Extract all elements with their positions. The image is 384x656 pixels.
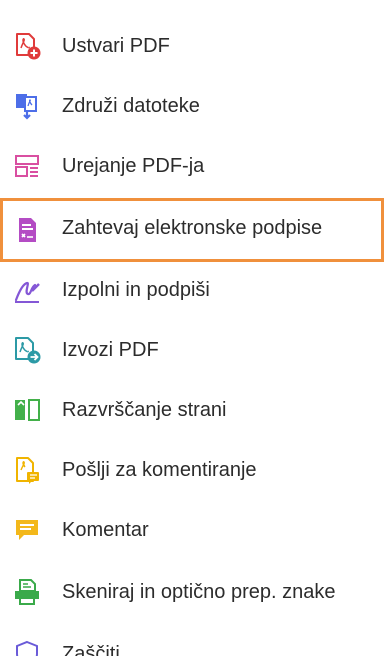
tool-organize-pages[interactable]: Razvrščanje strani bbox=[0, 380, 384, 440]
tool-send-for-comments[interactable]: Pošlji za komentiranje bbox=[0, 440, 384, 500]
comment-icon bbox=[12, 515, 42, 545]
tool-comment[interactable]: Komentar bbox=[0, 500, 384, 560]
tool-scan-ocr[interactable]: Skeniraj in optično prep. znake bbox=[0, 562, 384, 622]
tool-label: Urejanje PDF-ja bbox=[62, 155, 205, 177]
scan-ocr-icon bbox=[12, 577, 42, 607]
create-pdf-icon bbox=[12, 31, 42, 61]
tool-label: Pošlji za komentiranje bbox=[62, 459, 257, 481]
tool-label: Izvozi PDF bbox=[62, 339, 159, 361]
edit-pdf-icon bbox=[12, 151, 42, 181]
tool-label: Zaščiti bbox=[62, 643, 120, 656]
tool-label: Razvrščanje strani bbox=[62, 399, 227, 421]
tool-label: Ustvari PDF bbox=[62, 35, 170, 57]
organize-pages-icon bbox=[12, 395, 42, 425]
tools-list: Ustvari PDF Združi datoteke Urejanje PDF… bbox=[0, 0, 384, 656]
protect-icon bbox=[12, 639, 42, 656]
tool-request-signatures[interactable]: Zahtevaj elektronske podpise bbox=[0, 198, 384, 262]
tool-protect[interactable]: Zaščiti bbox=[0, 624, 384, 656]
combine-files-icon bbox=[12, 91, 42, 121]
export-pdf-icon bbox=[12, 335, 42, 365]
tool-label: Zahtevaj elektronske podpise bbox=[62, 217, 323, 239]
fill-sign-icon bbox=[12, 275, 42, 305]
tool-label: Skeniraj in optično prep. znake bbox=[62, 581, 336, 603]
tool-label: Izpolni in podpiši bbox=[62, 279, 210, 301]
tool-create-pdf[interactable]: Ustvari PDF bbox=[0, 16, 384, 76]
tool-label: Združi datoteke bbox=[62, 95, 200, 117]
tool-edit-pdf[interactable]: Urejanje PDF-ja bbox=[0, 136, 384, 196]
send-for-comments-icon bbox=[12, 455, 42, 485]
tool-fill-sign[interactable]: Izpolni in podpiši bbox=[0, 260, 384, 320]
tool-export-pdf[interactable]: Izvozi PDF bbox=[0, 320, 384, 380]
tool-combine-files[interactable]: Združi datoteke bbox=[0, 76, 384, 136]
request-signatures-icon bbox=[12, 215, 42, 245]
tool-label: Komentar bbox=[62, 519, 149, 541]
